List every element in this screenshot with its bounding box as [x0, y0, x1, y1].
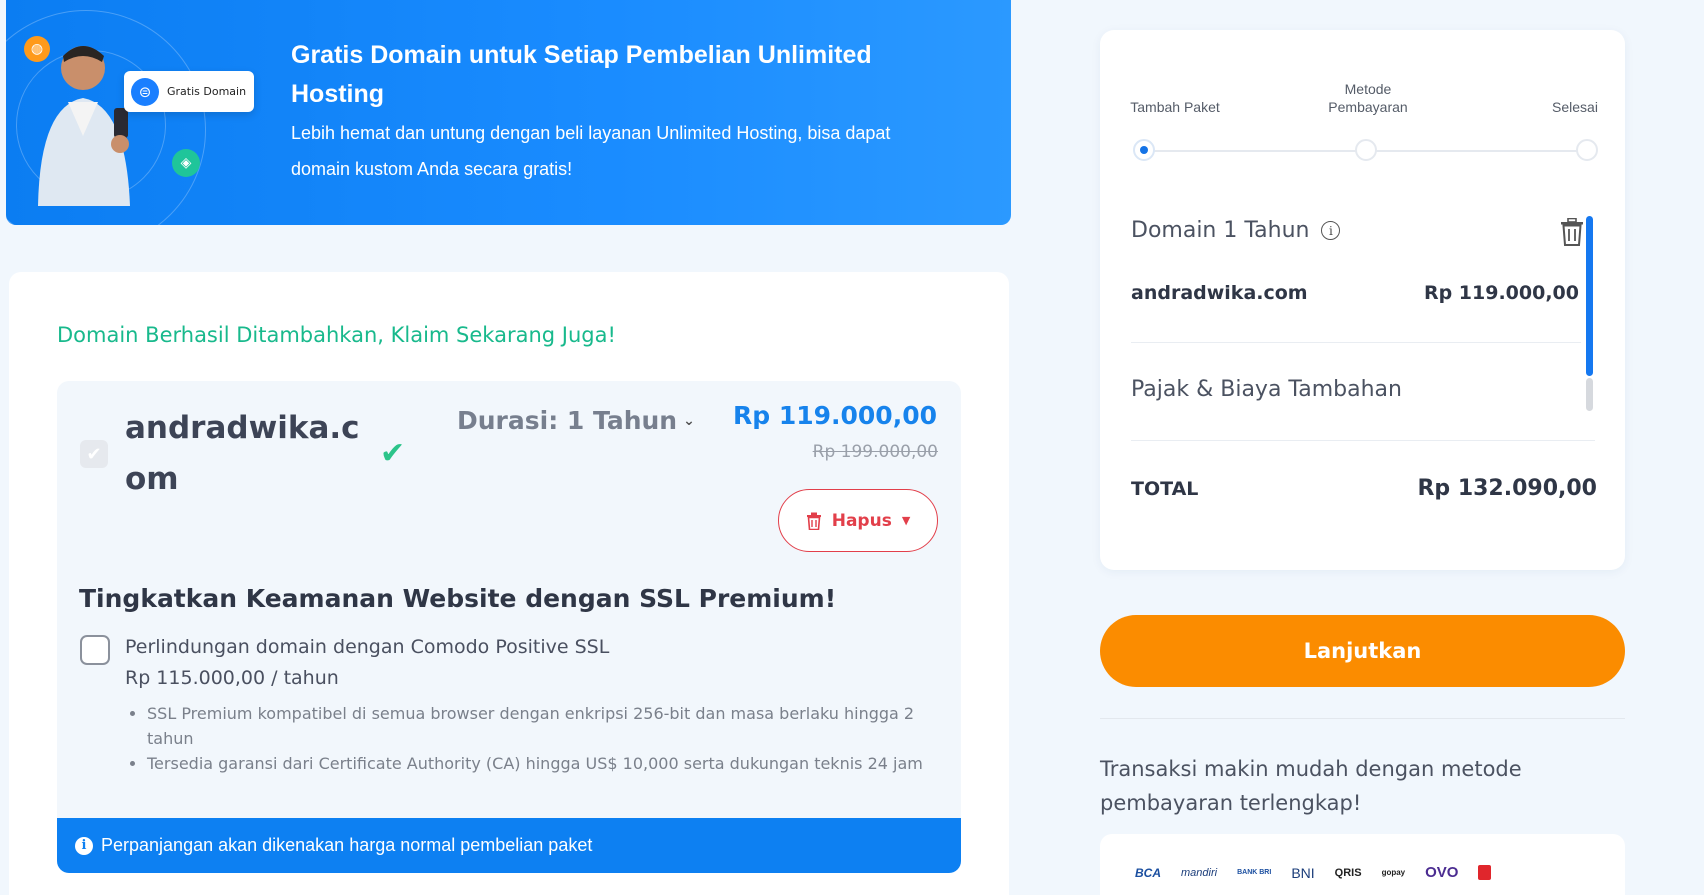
payment-logos: BCA mandiri BANK BRI BNI QRIS gopay OVO — [1135, 864, 1492, 881]
divider — [1131, 440, 1595, 441]
ssl-benefit-item: SSL Premium kompatibel di semua browser … — [147, 701, 937, 751]
step-dot-add-package — [1133, 139, 1155, 161]
renewal-note-text: Perpanjangan akan dikenakan harga normal… — [101, 835, 593, 855]
ssl-option-price: Rp 115.000,00 / tahun — [125, 667, 339, 689]
info-icon[interactable]: i — [1321, 221, 1341, 240]
duration-label: Durasi: 1 Tahun — [457, 406, 678, 435]
summary-scrollbar-thumb[interactable] — [1586, 216, 1593, 376]
bri-logo: BANK BRI — [1237, 869, 1272, 876]
step-dot-payment-method — [1355, 139, 1377, 161]
step-label-done: Selesai — [1552, 99, 1598, 115]
bca-logo: BCA — [1135, 865, 1161, 880]
tag-icon: ◈ — [172, 149, 200, 177]
banner-title: Gratis Domain untuk Setiap Pembelian Unl… — [291, 41, 872, 108]
summary-total-label: TOTAL — [1131, 478, 1199, 500]
price-original: Rp 199.000,00 — [812, 442, 938, 462]
ssl-benefit-item: Tersedia garansi dari Certificate Author… — [147, 751, 937, 776]
free-domain-badge: ⊜ Gratis Domain — [124, 71, 254, 112]
delete-label: Hapus — [831, 510, 892, 531]
available-check-icon: ✔ — [380, 436, 406, 471]
domain-link-icon: ⊜ — [131, 77, 159, 106]
summary-tax-label: Pajak & Biaya Tambahan — [1131, 377, 1402, 402]
continue-button[interactable]: Lanjutkan — [1100, 615, 1625, 687]
trash-icon — [806, 512, 821, 530]
step-label-payment-method: Metode Pembayaran — [1328, 81, 1408, 115]
duration-dropdown[interactable]: Durasi: 1 Tahun ⌄ — [457, 406, 695, 435]
ssl-benefit-list: SSL Premium kompatibel di semua browser … — [147, 701, 937, 776]
info-icon: i — [75, 836, 93, 855]
mandiri-logo: mandiri — [1181, 866, 1218, 879]
banner-description: Lebih hemat dan untung dengan beli layan… — [291, 123, 891, 179]
bni-logo: BNI — [1291, 864, 1315, 881]
banner-illustration: ◍ ⊜ Gratis Domain ◈ — [6, 0, 276, 225]
summary-domain-price: Rp 119.000,00 — [1423, 282, 1579, 304]
divider — [1100, 718, 1625, 719]
payment-logo-red — [1478, 865, 1492, 880]
domain-name: andradwika.com — [125, 410, 360, 497]
ssl-option-label: Perlindungan domain dengan Comodo Positi… — [125, 636, 610, 658]
payment-methods-text: Transaksi makin mudah dengan metode pemb… — [1100, 757, 1522, 815]
chevron-down-icon: ⌄ — [683, 412, 695, 429]
summary-domain-name: andradwika.com — [1131, 282, 1308, 304]
ssl-section-title: Tingkatkan Keamanan Website dengan SSL P… — [79, 584, 837, 613]
delete-button[interactable]: Hapus ▼ — [778, 489, 938, 552]
summary-item-title: Domain 1 Tahun i — [1131, 218, 1341, 243]
domain-select-checkbox[interactable]: ✔ — [80, 440, 108, 468]
gopay-logo: gopay — [1381, 868, 1406, 877]
person-illustration — [38, 46, 130, 206]
summary-total-value: Rp 132.090,00 — [1417, 476, 1597, 501]
ovo-logo: OVO — [1425, 864, 1459, 881]
globe-icon: ◍ — [24, 36, 50, 62]
step-label-add-package: Tambah Paket — [1130, 99, 1220, 115]
success-message: Domain Berhasil Ditambahkan, Klaim Sekar… — [57, 323, 616, 347]
step-dot-done — [1576, 139, 1598, 161]
caret-down-icon: ▼ — [901, 514, 911, 527]
summary-item-title-text: Domain 1 Tahun — [1131, 218, 1310, 243]
divider — [1131, 342, 1581, 343]
promo-banner: ◍ ⊜ Gratis Domain ◈ Gratis Domain untuk … — [6, 0, 1011, 225]
free-domain-badge-label: Gratis Domain — [167, 85, 247, 98]
ssl-checkbox[interactable] — [80, 635, 110, 665]
trash-icon[interactable] — [1560, 218, 1584, 246]
summary-scrollbar-track[interactable] — [1586, 378, 1593, 411]
qris-logo: QRIS — [1334, 866, 1362, 879]
renewal-note: i Perpanjangan akan dikenakan harga norm… — [57, 818, 961, 873]
price-current: Rp 119.000,00 — [732, 401, 937, 430]
